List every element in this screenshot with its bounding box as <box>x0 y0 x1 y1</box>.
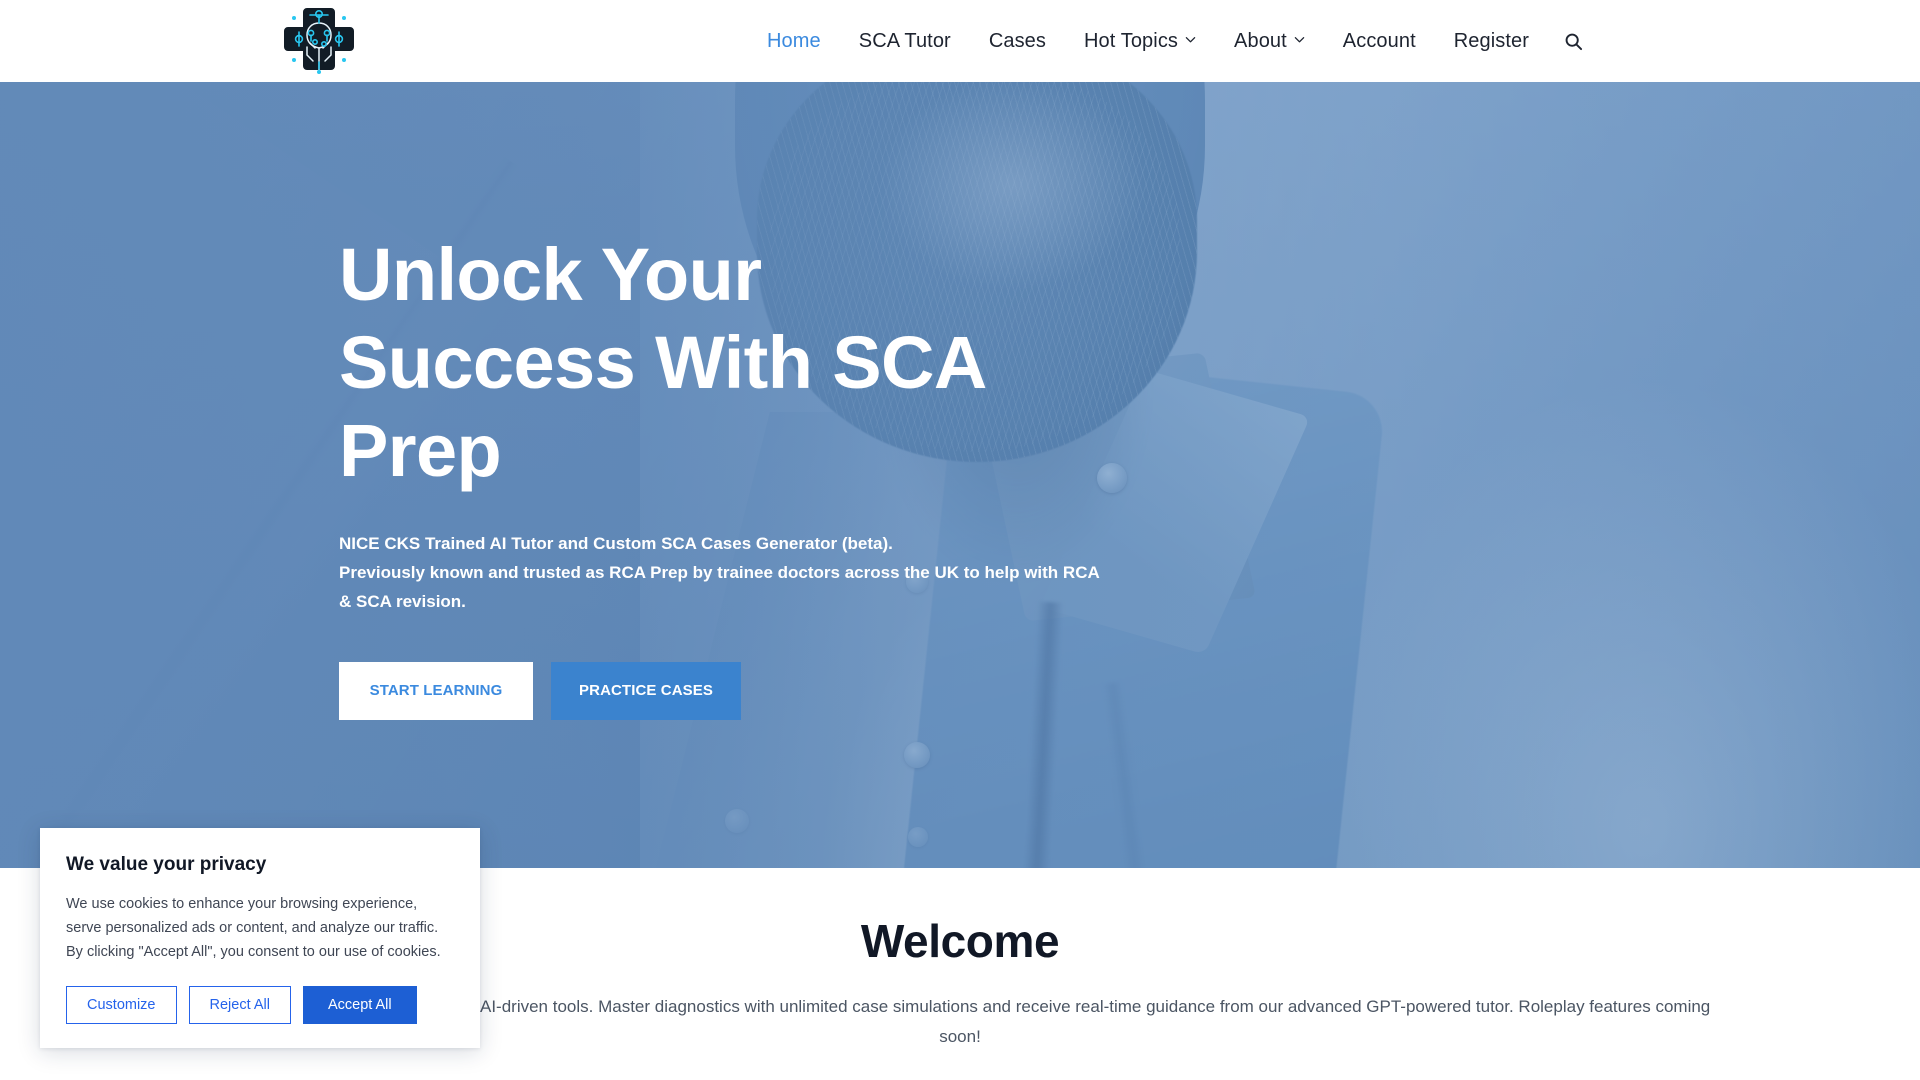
page-root: Home SCA Tutor Cases Hot Topics About Ac… <box>0 0 1920 1080</box>
reject-all-cookies-button[interactable]: Reject All <box>188 986 291 1024</box>
chevron-down-icon <box>1185 34 1196 45</box>
nav-label: Home <box>767 30 821 52</box>
site-header: Home SCA Tutor Cases Hot Topics About Ac… <box>0 0 1920 82</box>
hero-subtitle-line-1: NICE CKS Trained AI Tutor and Custom SCA… <box>339 533 893 553</box>
nav-label: Account <box>1342 30 1416 52</box>
customize-cookies-button[interactable]: Customize <box>66 986 177 1024</box>
search-button[interactable] <box>1548 32 1599 51</box>
hero-content: Unlock Your Success With SCA Prep NICE C… <box>339 82 1219 868</box>
nav-label: Hot Topics <box>1084 30 1179 52</box>
cookie-banner-title: We value your privacy <box>66 854 267 875</box>
hero-cta-group: START LEARNING PRACTICE CASES <box>339 661 1219 720</box>
hero-subtitle: NICE CKS Trained AI Tutor and Custom SCA… <box>339 529 1109 616</box>
nav-item-sca-tutor[interactable]: SCA Tutor <box>840 0 970 82</box>
hero-section: Unlock Your Success With SCA Prep NICE C… <box>0 82 1920 868</box>
nav-label: Cases <box>988 30 1047 52</box>
cookie-banner-body: We use cookies to enhance your browsing … <box>66 896 441 960</box>
cookie-consent-banner: We value your privacy We use cookies to … <box>40 828 480 1048</box>
nav-item-home[interactable]: Home <box>748 0 840 82</box>
site-logo[interactable] <box>283 0 355 80</box>
nav-label: SCA Tutor <box>858 30 951 52</box>
nav-label: Register <box>1453 30 1530 52</box>
start-learning-button[interactable]: START LEARNING <box>339 661 533 720</box>
nav-item-cases[interactable]: Cases <box>970 0 1065 82</box>
nav-item-hot-topics[interactable]: Hot Topics <box>1065 0 1215 82</box>
nav-item-register[interactable]: Register <box>1435 0 1548 82</box>
practice-cases-button[interactable]: PRACTICE CASES <box>551 661 741 720</box>
hero-title: Unlock Your Success With SCA Prep <box>339 232 985 492</box>
nav-item-account[interactable]: Account <box>1324 0 1435 82</box>
nav-label: About <box>1234 30 1287 52</box>
accept-all-cookies-button[interactable]: Accept All <box>302 986 417 1024</box>
hero-subtitle-line-2: Previously known and trusted as RCA Prep… <box>339 562 1100 611</box>
main-navigation: Home SCA Tutor Cases Hot Topics About Ac… <box>748 0 1599 82</box>
medical-cross-circuit-brain-logo <box>284 8 354 74</box>
cookie-banner-actions: Customize Reject All Accept All <box>66 986 454 1024</box>
chevron-down-icon <box>1294 34 1305 45</box>
nav-item-about[interactable]: About <box>1215 0 1324 82</box>
search-icon <box>1565 33 1583 50</box>
